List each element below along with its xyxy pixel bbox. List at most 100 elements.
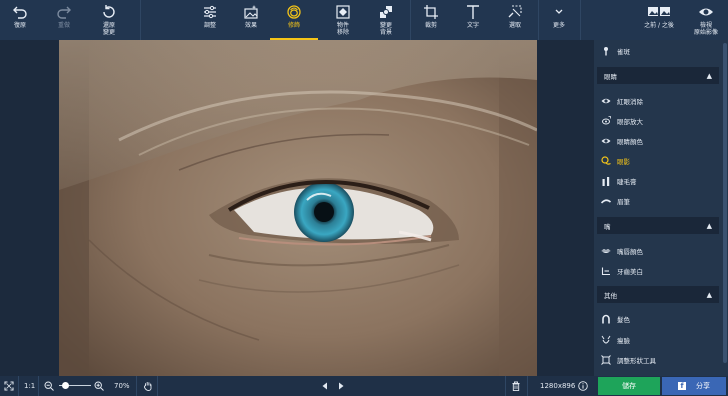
- before-after-button[interactable]: 之前 / 之後: [638, 0, 680, 40]
- section-header-eyes[interactable]: 眼睛 ▲: [597, 67, 719, 84]
- panel-item-label: 眼影: [617, 157, 630, 166]
- bottom-divider: [527, 376, 528, 396]
- share-button[interactable]: f 分享: [662, 377, 726, 395]
- panel-item-label: 雀斑: [617, 47, 630, 56]
- adjust-label: 調整: [203, 22, 216, 29]
- eye-enlarge-icon: [602, 115, 611, 124]
- retouch-icon: [287, 5, 301, 19]
- more-label: 更多: [552, 22, 565, 29]
- panel-item-label: 睫毛膏: [617, 177, 637, 186]
- retouch-button[interactable]: 修飾: [270, 0, 318, 40]
- section-header-mouth[interactable]: 嘴 ▲: [597, 217, 719, 234]
- pan-hand-button[interactable]: [143, 376, 153, 396]
- photo-eye-closeup[interactable]: [59, 40, 537, 376]
- panel-item-hair-color[interactable]: 髮色: [594, 309, 722, 328]
- facebook-icon: f: [678, 382, 686, 390]
- selection-icon: [508, 5, 522, 18]
- crop-label: 裁剪: [424, 22, 437, 29]
- effects-button[interactable]: 效果: [235, 0, 267, 40]
- change-background-button[interactable]: 變更 背景: [370, 0, 402, 40]
- panel-item-eye-enlarge[interactable]: 眼部放大: [594, 111, 722, 130]
- panel-item-slim-face[interactable]: 瘦臉: [594, 330, 722, 349]
- effects-label: 效果: [244, 22, 257, 29]
- scrollbar-thumb[interactable]: [723, 43, 727, 363]
- save-button[interactable]: 儲存: [598, 377, 660, 395]
- redo-button[interactable]: 重做: [48, 0, 80, 40]
- panel-item-freckles[interactable]: 雀斑: [594, 41, 722, 60]
- hair-icon: [602, 314, 610, 323]
- panel-scrollbar[interactable]: [722, 40, 728, 376]
- panel-item-mascara[interactable]: 睫毛膏: [594, 171, 722, 190]
- panel-item-teeth-whitening[interactable]: 牙齒美白: [594, 261, 722, 280]
- image-info-button[interactable]: [578, 376, 588, 396]
- fit-to-screen-button[interactable]: [4, 376, 14, 396]
- crop-button[interactable]: 裁剪: [415, 0, 447, 40]
- background-icon: [380, 6, 392, 18]
- selection-button[interactable]: 選取: [499, 0, 531, 40]
- zoom-slider-knob[interactable]: [61, 382, 69, 389]
- zoom-out-button[interactable]: [44, 376, 54, 396]
- object-removal-label: 物件 移除: [336, 22, 349, 36]
- undo-icon: [13, 6, 27, 19]
- panel-item-reshape-tool[interactable]: 調整形狀工具: [594, 350, 722, 369]
- panel-item-lip-color[interactable]: 嘴唇顏色: [594, 241, 722, 260]
- more-button[interactable]: 更多: [543, 0, 575, 40]
- eye-icon: [601, 98, 611, 103]
- bottom-divider: [505, 376, 506, 396]
- bottom-divider: [157, 376, 158, 396]
- eye-color-icon: [601, 138, 611, 143]
- panel-item-label: 紅眼消除: [617, 97, 643, 106]
- panel-item-label: 嘴唇顏色: [617, 247, 643, 256]
- next-image-button[interactable]: [336, 376, 346, 396]
- actual-size-button[interactable]: 1:1: [24, 376, 35, 396]
- text-button[interactable]: 文字: [457, 0, 489, 40]
- change-background-label: 變更 背景: [379, 22, 392, 36]
- zoom-in-button[interactable]: [94, 376, 104, 396]
- previous-image-button[interactable]: [320, 376, 330, 396]
- trash-icon: [512, 381, 520, 391]
- top-toolbar: 復原 重做 還原 變更 調整 效果 修飾 物件 移除 變更 背景 裁剪 文字 選…: [0, 0, 728, 40]
- panel-item-red-eye-removal[interactable]: 紅眼消除: [594, 91, 722, 110]
- toolbar-divider: [580, 0, 581, 40]
- adjust-button[interactable]: 調整: [194, 0, 226, 40]
- section-header-other[interactable]: 其他 ▲: [597, 286, 719, 303]
- section-title: 眼睛: [604, 72, 617, 81]
- panel-item-eye-color[interactable]: 眼睛顏色: [594, 131, 722, 150]
- selection-label: 選取: [508, 22, 521, 29]
- delete-button[interactable]: [511, 376, 521, 396]
- fit-screen-icon: [4, 381, 14, 391]
- chevron-down-icon: [555, 9, 563, 14]
- before-after-label: 之前 / 之後: [644, 22, 674, 29]
- panel-item-label: 髮色: [617, 315, 630, 324]
- undo-button[interactable]: 復原: [4, 0, 36, 40]
- panel-item-eyebrow-pencil[interactable]: 眉筆: [594, 191, 722, 210]
- eye-photo-image: [59, 40, 537, 376]
- section-title: 其他: [604, 291, 617, 300]
- panel-item-label: 瘦臉: [617, 336, 630, 345]
- teeth-icon: [601, 267, 610, 275]
- restore-changes-button[interactable]: 還原 變更: [92, 0, 126, 40]
- eyebrow-icon: [601, 198, 611, 204]
- panel-item-eyeshadow[interactable]: 眼影: [594, 151, 722, 170]
- toolbar-divider: [410, 0, 411, 40]
- hand-icon: [143, 382, 152, 391]
- bottom-divider: [18, 376, 19, 396]
- undo-label: 復原: [13, 22, 26, 29]
- redo-label: 重做: [57, 22, 70, 29]
- zoom-in-icon: [94, 381, 104, 391]
- triangle-right-icon: [339, 382, 344, 390]
- reshape-icon: [601, 354, 611, 365]
- section-title: 嘴: [604, 222, 611, 231]
- object-removal-button[interactable]: 物件 移除: [327, 0, 359, 40]
- freckles-icon: [604, 46, 608, 55]
- view-original-button[interactable]: 檢視 原始影像: [688, 0, 724, 40]
- retouch-label: 修飾: [287, 22, 300, 29]
- before-after-icon: [648, 7, 670, 16]
- bottom-divider: [136, 376, 137, 396]
- view-original-label: 檢視 原始影像: [693, 22, 718, 36]
- text-label: 文字: [466, 22, 479, 29]
- crop-icon: [424, 5, 438, 19]
- chevron-up-icon: ▲: [706, 71, 712, 80]
- image-canvas[interactable]: [0, 40, 594, 376]
- mascara-icon: [602, 176, 610, 186]
